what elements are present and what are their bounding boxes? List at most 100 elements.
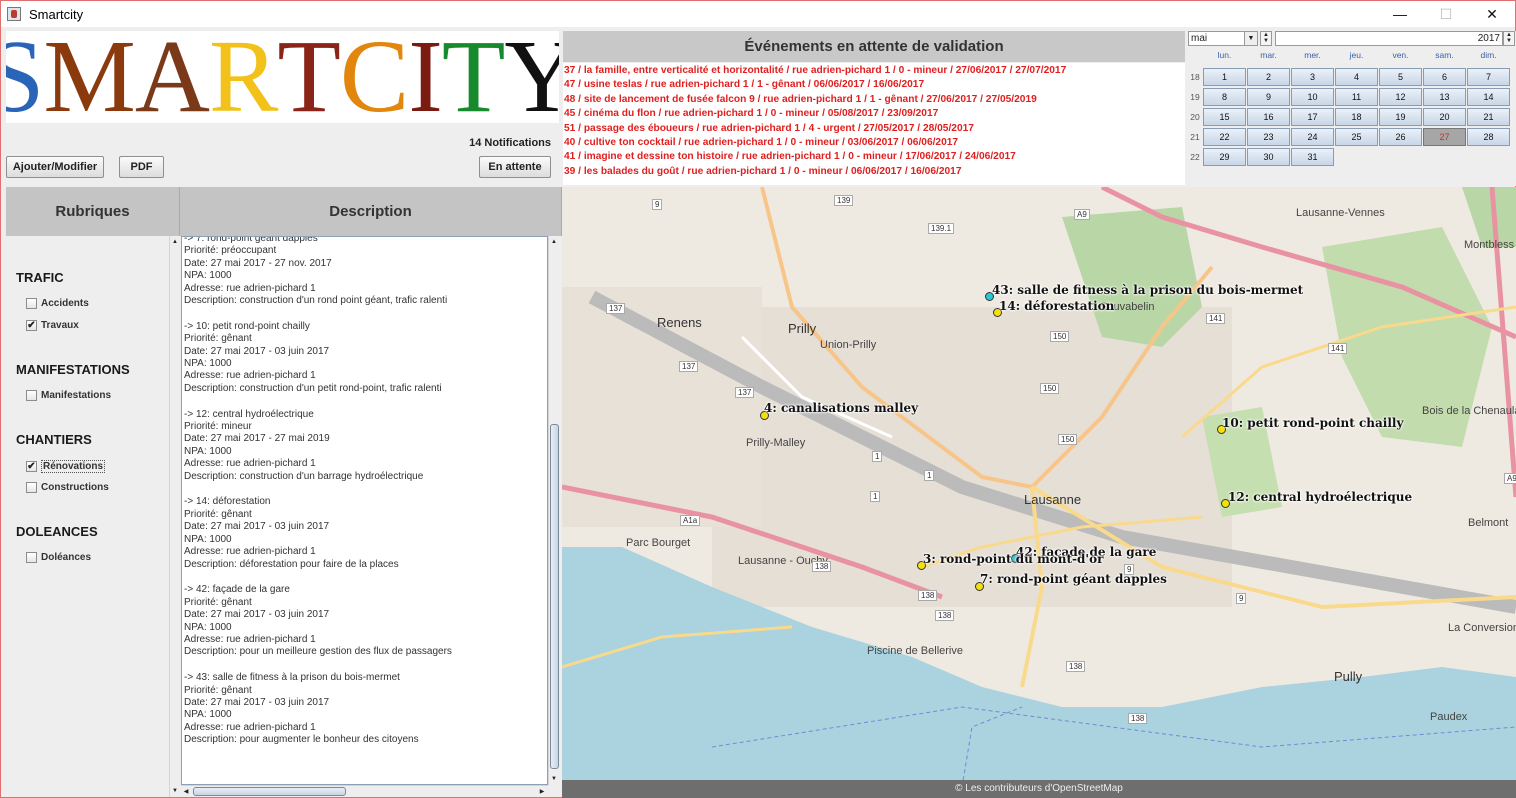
- scroll-thumb[interactable]: [193, 787, 346, 796]
- calendar-day[interactable]: 5: [1379, 68, 1422, 86]
- map-marker-label[interactable]: 12: central hydroélectrique: [1228, 490, 1412, 504]
- month-select[interactable]: mai ▼: [1188, 31, 1258, 46]
- year-spinner[interactable]: ▲ ▼: [1503, 31, 1515, 46]
- calendar-day[interactable]: 6: [1423, 68, 1466, 86]
- calendar-day[interactable]: 12: [1379, 88, 1422, 106]
- category-title: DOLEANCES: [16, 524, 98, 539]
- calendar-day[interactable]: 1: [1203, 68, 1246, 86]
- calendar-day[interactable]: 14: [1467, 88, 1510, 106]
- pdf-button[interactable]: PDF: [119, 156, 164, 178]
- month-spinner[interactable]: ▲ ▼: [1260, 31, 1272, 46]
- calendar-day[interactable]: 18: [1335, 108, 1378, 126]
- checkbox-icon[interactable]: [26, 552, 37, 563]
- calendar-day[interactable]: 8: [1203, 88, 1246, 106]
- scroll-left-icon[interactable]: ◀: [181, 786, 191, 797]
- checkbox-icon[interactable]: [26, 482, 37, 493]
- filter-label[interactable]: Travaux: [41, 320, 79, 331]
- year-spinner-field[interactable]: 2017: [1275, 31, 1503, 46]
- map-marker-label[interactable]: 14: déforestation: [999, 299, 1114, 313]
- calendar-day[interactable]: 27: [1423, 128, 1466, 146]
- filter-label[interactable]: Manifestations: [41, 390, 111, 401]
- calendar-day[interactable]: 11: [1335, 88, 1378, 106]
- pending-event-item[interactable]: 51 / passage des éboueurs / rue adrien-p…: [564, 122, 1185, 136]
- map-marker-label[interactable]: 10: petit rond-point chailly: [1222, 416, 1403, 430]
- pending-event-item[interactable]: 47 / usine teslas / rue adrien-pichard 1…: [564, 78, 1185, 92]
- filter-label[interactable]: Doléances: [41, 552, 91, 563]
- map-marker-label[interactable]: 7: rond-point géant dapples: [980, 572, 1167, 586]
- filter-checkbox-row[interactable]: Accidents: [26, 298, 89, 309]
- calendar-day[interactable]: 22: [1203, 128, 1246, 146]
- rubriques-panel: TRAFIC Accidents ✔ Travaux MANIFESTATIONS Man…: [6, 236, 169, 794]
- checkbox-checked-icon[interactable]: ✔: [26, 320, 37, 331]
- scroll-up-icon[interactable]: ▲: [549, 236, 559, 247]
- calendar-day[interactable]: 9: [1247, 88, 1290, 106]
- calendar-day[interactable]: 13: [1423, 88, 1466, 106]
- description-line: Description: construction d'un barrage h…: [184, 470, 424, 482]
- calendar-day[interactable]: 26: [1379, 128, 1422, 146]
- map-marker-label[interactable]: 4: canalisations malley: [764, 401, 918, 415]
- scroll-down-icon[interactable]: ▼: [549, 773, 559, 784]
- filter-label[interactable]: Rénovations: [41, 460, 106, 473]
- description-hscrollbar[interactable]: ◀ ▶: [181, 785, 548, 797]
- chevron-down-icon[interactable]: ▼: [1244, 32, 1257, 45]
- map-marker-label[interactable]: 3: rond-point du mont-d'or: [923, 552, 1103, 566]
- description-scrollbar[interactable]: ▲ ▼: [548, 236, 559, 785]
- checkbox-icon[interactable]: [26, 390, 37, 401]
- pending-event-item[interactable]: 37 / la famille, entre verticalité et ho…: [564, 64, 1185, 78]
- calendar-day[interactable]: 20: [1423, 108, 1466, 126]
- scroll-right-icon[interactable]: ▶: [537, 786, 547, 797]
- scroll-down-icon[interactable]: ▼: [170, 785, 180, 796]
- calendar-day[interactable]: 7: [1467, 68, 1510, 86]
- pending-event-item[interactable]: 39 / les balades du goût / rue adrien-pi…: [564, 165, 1185, 179]
- pending-event-item[interactable]: 41 / imagine et dessine ton histoire / r…: [564, 150, 1185, 164]
- filter-checkbox-row[interactable]: ✔ Rénovations: [26, 460, 106, 473]
- pending-button[interactable]: En attente: [479, 156, 551, 178]
- pending-event-item[interactable]: 48 / site de lancement de fusée falcon 9…: [564, 93, 1185, 107]
- description-line: Date: 27 mai 2017 - 03 juin 2017: [184, 609, 330, 621]
- calendar-day[interactable]: 29: [1203, 148, 1246, 166]
- calendar-day[interactable]: 10: [1291, 88, 1334, 106]
- calendar-day[interactable]: 28: [1467, 128, 1510, 146]
- description-line: Adresse: rue adrien-pichard 1: [184, 282, 316, 294]
- map-place-label: Lausanne-Vennes: [1296, 207, 1385, 219]
- filter-checkbox-row[interactable]: Manifestations: [26, 390, 111, 401]
- filter-checkbox-row[interactable]: Constructions: [26, 482, 109, 493]
- calendar-day[interactable]: 17: [1291, 108, 1334, 126]
- calendar-day[interactable]: 16: [1247, 108, 1290, 126]
- filter-checkbox-row[interactable]: ✔ Travaux: [26, 320, 79, 331]
- close-button[interactable]: ✕: [1469, 1, 1515, 27]
- scroll-up-icon[interactable]: ▲: [170, 236, 180, 247]
- calendar-day[interactable]: 31: [1291, 148, 1334, 166]
- rubriques-scrollbar[interactable]: ▲ ▼: [169, 236, 180, 797]
- calendar-day[interactable]: 4: [1335, 68, 1378, 86]
- map-marker-label[interactable]: 43: salle de fitness à la prison du bois…: [992, 283, 1303, 297]
- calendar-day[interactable]: 19: [1379, 108, 1422, 126]
- description-text-area[interactable]: -> 7: rond-point géant dapples Priorité: …: [181, 236, 548, 785]
- checkbox-checked-icon[interactable]: ✔: [26, 461, 37, 472]
- calendar-day[interactable]: 30: [1247, 148, 1290, 166]
- filter-label[interactable]: Constructions: [41, 482, 109, 493]
- filter-checkbox-row[interactable]: Doléances: [26, 552, 91, 563]
- scroll-thumb[interactable]: [550, 424, 559, 769]
- city-map[interactable]: Renens Prilly Lausanne Pully Montbless Belmon…: [562, 187, 1516, 798]
- calendar-day[interactable]: 25: [1335, 128, 1378, 146]
- calendar-day[interactable]: 21: [1467, 108, 1510, 126]
- calendar-day[interactable]: 24: [1291, 128, 1334, 146]
- calendar-day[interactable]: 15: [1203, 108, 1246, 126]
- description-line: Priorité: préoccupant: [184, 245, 277, 257]
- road-number-badge: 9: [1236, 593, 1247, 604]
- calendar-day[interactable]: 23: [1247, 128, 1290, 146]
- minimize-button[interactable]: —: [1377, 1, 1423, 27]
- filter-label[interactable]: Accidents: [41, 298, 89, 309]
- maximize-button[interactable]: ☐: [1423, 1, 1469, 27]
- add-modify-button[interactable]: Ajouter/Modifier: [6, 156, 104, 178]
- description-line: Priorité: gênant: [184, 333, 252, 345]
- pending-event-item[interactable]: 40 / cultive ton cocktail / rue adrien-p…: [564, 136, 1185, 150]
- checkbox-icon[interactable]: [26, 298, 37, 309]
- calendar-day[interactable]: 3: [1291, 68, 1334, 86]
- calendar-day[interactable]: 2: [1247, 68, 1290, 86]
- calendar-week-number: 19: [1190, 92, 1200, 102]
- pending-event-item[interactable]: 45 / cinéma du flon / rue adrien-pichard…: [564, 107, 1185, 121]
- road-number-badge: A9: [1504, 473, 1516, 484]
